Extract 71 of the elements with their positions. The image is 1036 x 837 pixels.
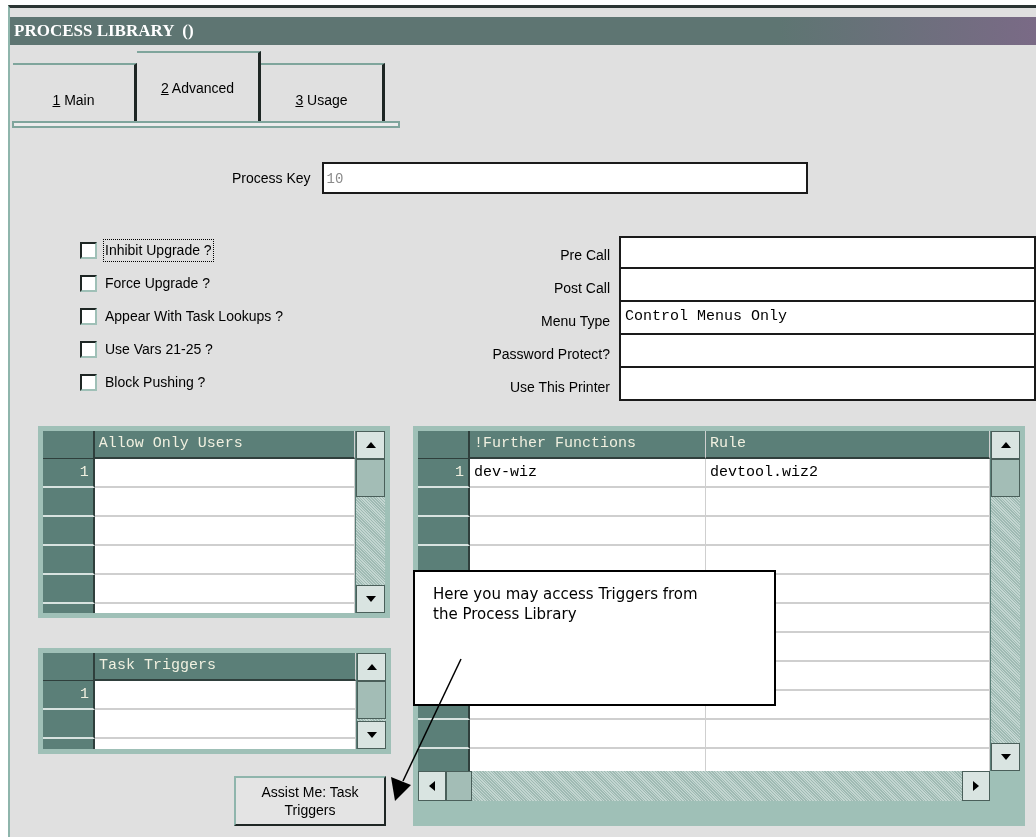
assist-button[interactable]: Assist Me: Task Triggers — [234, 776, 386, 826]
left-triangle-icon — [429, 781, 435, 791]
checkbox-label[interactable]: Use Vars 21-25 ? — [103, 337, 215, 361]
scroll-down-button[interactable] — [991, 743, 1020, 771]
field-label: Menu Type — [540, 312, 611, 331]
row-header[interactable] — [43, 546, 95, 575]
up-triangle-icon — [1000, 442, 1011, 448]
field-label: Process Key — [232, 169, 311, 188]
down-triangle-icon — [366, 732, 377, 738]
field-label: Password Protect? — [491, 345, 611, 364]
field-label: Post Call — [552, 279, 611, 298]
row-header[interactable]: 1 — [418, 459, 470, 488]
column-header[interactable]: Task Triggers — [95, 653, 356, 681]
corner-cell — [418, 431, 470, 459]
scroll-up-button[interactable] — [356, 431, 385, 459]
table-cell[interactable]: dev-wiz — [470, 459, 706, 488]
callout-text: Here you may access Triggers from the Process Library — [433, 584, 699, 624]
scroll-up-button[interactable] — [991, 431, 1020, 459]
table-cell[interactable] — [706, 488, 990, 517]
down-triangle-icon — [1000, 754, 1011, 760]
checkbox[interactable] — [80, 373, 97, 391]
row-header[interactable] — [418, 517, 470, 546]
right-triangle-icon — [973, 781, 979, 791]
scroll-thumb[interactable] — [356, 459, 385, 497]
row-header[interactable] — [418, 488, 470, 517]
scroll-left-button[interactable] — [418, 771, 446, 801]
row-header[interactable] — [418, 720, 470, 749]
column-header[interactable]: Rule — [706, 431, 990, 459]
row-header[interactable]: 1 — [43, 681, 95, 710]
field-label: Use This Printer — [508, 378, 611, 397]
up-triangle-icon — [365, 442, 376, 448]
checkbox-label[interactable]: Force Upgrade ? — [103, 271, 213, 295]
row-header[interactable] — [43, 575, 95, 604]
scroll-right-button[interactable] — [962, 771, 990, 801]
corner-cell — [43, 653, 95, 681]
field-label: Pre Call — [559, 246, 611, 265]
window-title: PROCESS LIBRARY () — [14, 20, 194, 43]
corner-cell — [43, 431, 95, 459]
row-header[interactable] — [43, 710, 95, 739]
table-cell[interactable] — [470, 517, 706, 546]
checkbox-label[interactable]: Block Pushing ? — [103, 370, 208, 394]
checkbox-label[interactable]: Inhibit Upgrade ? — [103, 238, 214, 262]
column-header[interactable]: !Further Functions — [470, 431, 706, 459]
scroll-track[interactable] — [357, 719, 386, 721]
row-header[interactable] — [43, 488, 95, 517]
table-cell[interactable] — [706, 720, 990, 749]
scroll-thumb[interactable] — [991, 459, 1020, 497]
up-triangle-icon — [366, 664, 377, 670]
row-header[interactable]: 1 — [43, 459, 95, 488]
down-triangle-icon — [365, 596, 376, 602]
checkbox[interactable] — [80, 274, 97, 292]
scroll-thumb[interactable] — [446, 771, 472, 801]
scroll-down-button[interactable] — [357, 721, 386, 749]
input-field[interactable] — [619, 368, 1036, 401]
scroll-thumb[interactable] — [357, 681, 386, 719]
table-cell[interactable] — [470, 720, 706, 749]
input-field[interactable]: Control Menus Only — [619, 302, 1036, 335]
scroll-up-button[interactable] — [357, 653, 386, 681]
checkbox[interactable] — [80, 340, 97, 358]
table-cell[interactable] — [470, 488, 706, 517]
table-cell[interactable]: devtool.wiz2 — [706, 459, 990, 488]
checkbox[interactable] — [80, 307, 97, 325]
input-field[interactable] — [619, 335, 1036, 368]
checkbox[interactable] — [80, 241, 97, 259]
table-cell[interactable] — [706, 517, 990, 546]
input-field[interactable] — [619, 236, 1036, 269]
input-field[interactable] — [619, 269, 1036, 302]
checkbox-label[interactable]: Appear With Task Lookups ? — [103, 304, 285, 328]
row-header[interactable] — [43, 517, 95, 546]
scroll-down-button[interactable] — [356, 585, 385, 613]
column-header[interactable]: Allow Only Users — [94, 431, 356, 459]
